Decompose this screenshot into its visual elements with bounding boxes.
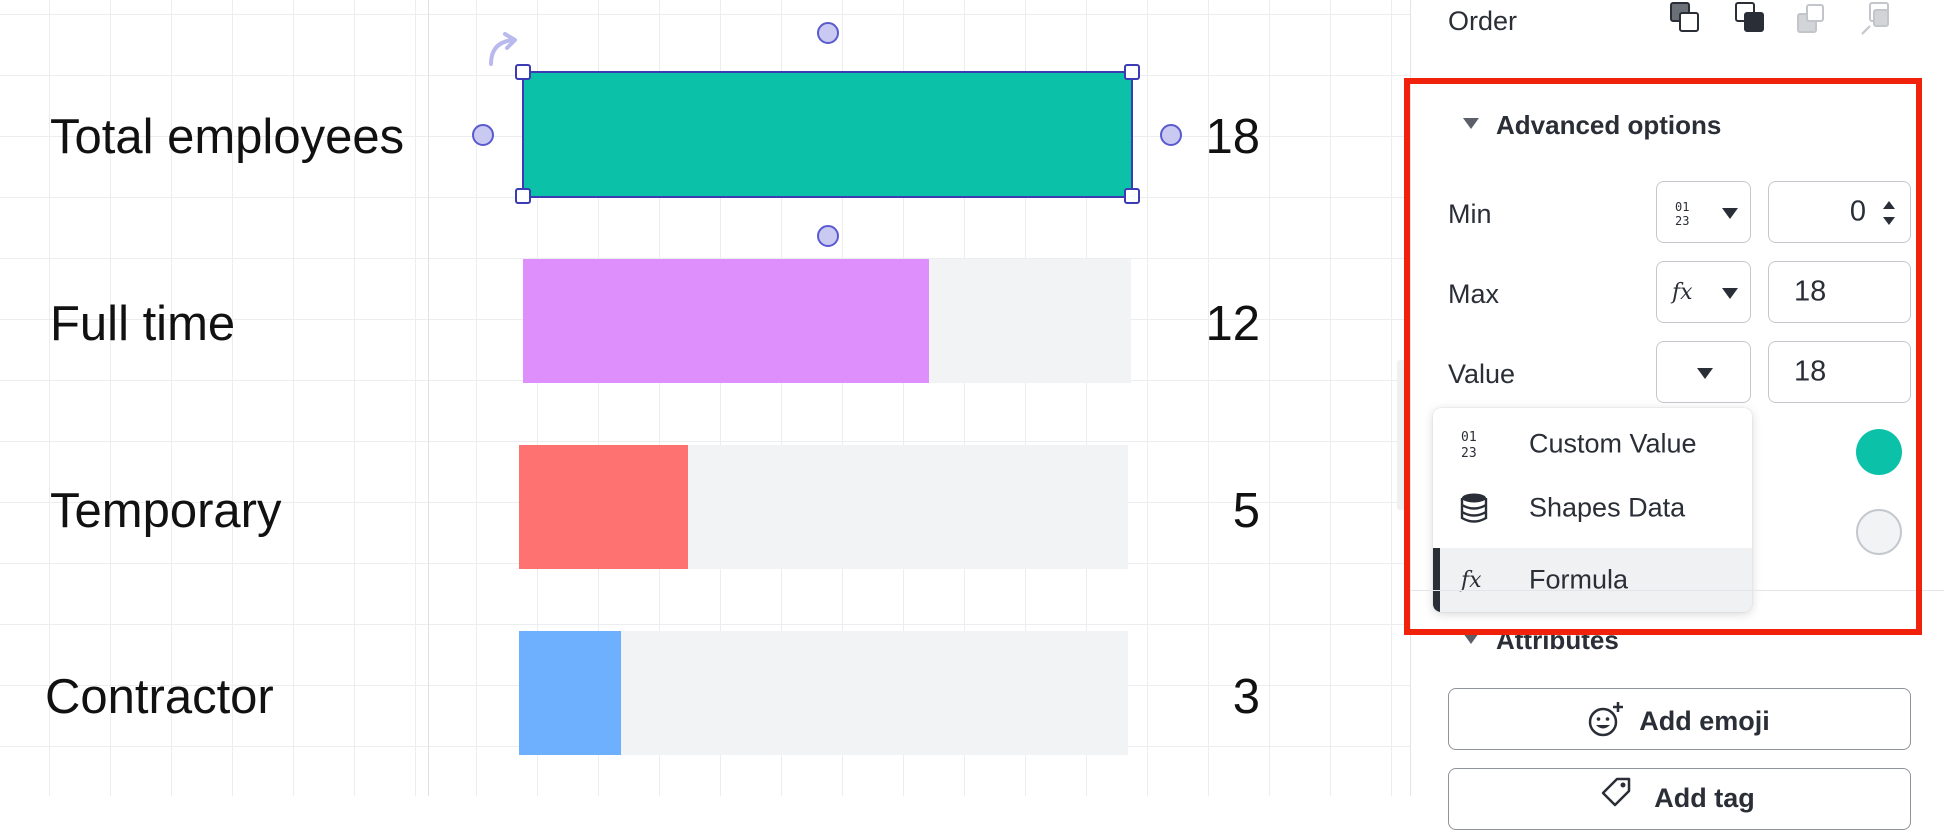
row-value-total: 18 (1205, 110, 1260, 164)
svg-text:01: 01 (1461, 430, 1477, 445)
track-color-swatch[interactable] (1856, 509, 1902, 555)
rotate-icon[interactable] (483, 32, 523, 72)
resize-handle-top-right[interactable] (1124, 64, 1140, 80)
section-divider (1410, 590, 1944, 591)
progress-fill-temporary (519, 445, 689, 569)
svg-text:fx: fx (1670, 280, 1693, 305)
bring-forward-icon[interactable] (1733, 0, 1767, 36)
resize-handle-bottom-left[interactable] (515, 188, 531, 204)
menu-item-custom-value[interactable]: 01 23 Custom Value (1433, 412, 1752, 476)
menu-item-formula[interactable]: fx Formula (1433, 548, 1752, 612)
row-value-full-time: 12 (1205, 297, 1260, 351)
add-tag-label: Add tag (1654, 783, 1755, 813)
stepper-icon[interactable] (1882, 198, 1896, 228)
svg-text:01: 01 (1675, 200, 1689, 214)
connection-point-bottom[interactable] (817, 225, 839, 247)
custom-value-icon: 01 23 (1461, 430, 1477, 460)
value-source-select[interactable] (1656, 341, 1751, 403)
chevron-down-icon (1697, 368, 1713, 379)
value-label: Value (1448, 359, 1516, 389)
panel-resize-grip[interactable] (1397, 360, 1405, 510)
max-label: Max (1448, 279, 1500, 309)
add-emoji-label: Add emoji (1639, 706, 1770, 736)
canvas-guide-line (428, 0, 429, 796)
advanced-options-header[interactable]: Advanced options (1496, 112, 1721, 138)
max-value-text: 18 (1794, 275, 1827, 308)
collapse-caret-icon[interactable] (1463, 633, 1479, 644)
chevron-down-icon (1722, 288, 1738, 299)
attributes-header[interactable]: Attributes (1496, 627, 1619, 653)
row-label-total: Total employees (50, 110, 405, 164)
max-source-select[interactable]: fx (1656, 261, 1751, 323)
chevron-down-icon (1722, 208, 1738, 219)
formula-icon: fx (1670, 280, 1693, 305)
collapse-caret-icon[interactable] (1463, 118, 1479, 129)
max-value-input[interactable]: 18 (1768, 261, 1911, 323)
value-input[interactable]: 18 (1768, 341, 1911, 403)
send-to-back-icon[interactable] (1858, 0, 1894, 38)
row-value-contractor: 3 (1232, 670, 1260, 724)
row-label-contractor: Contractor (45, 670, 274, 724)
value-source-menu: 01 23 Custom Value Shapes Data fx Formul… (1433, 408, 1752, 612)
min-label: Min (1448, 199, 1492, 229)
database-icon (1460, 493, 1488, 523)
row-value-temporary: 5 (1232, 484, 1260, 538)
connection-point-left[interactable] (472, 124, 494, 146)
svg-text:23: 23 (1675, 214, 1689, 227)
custom-value-icon: 01 23 (1675, 200, 1689, 227)
diagram-canvas[interactable]: Total employees 18 Full time 12 Temporar… (0, 0, 1410, 796)
progress-bar-total[interactable] (523, 72, 1131, 196)
progress-fill-contractor (519, 631, 621, 755)
min-source-select[interactable]: 01 23 (1656, 181, 1751, 243)
order-label: Order (1448, 6, 1518, 36)
progress-fill-full-time (523, 259, 929, 383)
min-value-text: 0 (1849, 195, 1866, 228)
min-value-input[interactable]: 0 (1768, 181, 1911, 243)
add-tag-button[interactable]: Add tag (1448, 768, 1911, 830)
send-backward-icon[interactable] (1795, 0, 1829, 38)
progress-bar-contractor[interactable] (519, 631, 1128, 755)
fill-color-swatch[interactable] (1856, 429, 1902, 475)
row-label-temporary: Temporary (50, 484, 282, 538)
add-emoji-button[interactable]: Add emoji (1448, 688, 1911, 750)
progress-bar-full-time[interactable] (523, 259, 1131, 383)
value-text: 18 (1794, 355, 1827, 388)
progress-fill-total (523, 72, 1131, 196)
resize-handle-bottom-right[interactable] (1124, 188, 1140, 204)
progress-bar-temporary[interactable] (519, 445, 1128, 569)
bring-to-front-icon[interactable] (1668, 0, 1702, 36)
menu-item-label: Custom Value (1529, 428, 1697, 459)
connection-point-top[interactable] (817, 22, 839, 44)
menu-item-shapes-data[interactable]: Shapes Data (1433, 476, 1752, 540)
row-label-full-time: Full time (50, 297, 236, 351)
menu-item-label: Shapes Data (1529, 492, 1686, 523)
svg-text:23: 23 (1461, 446, 1477, 460)
